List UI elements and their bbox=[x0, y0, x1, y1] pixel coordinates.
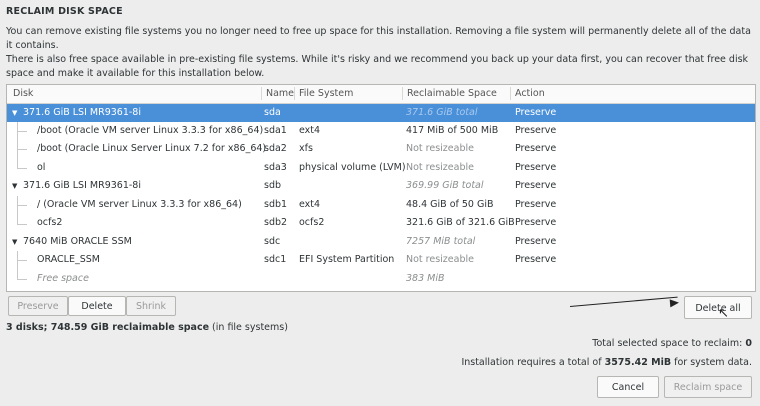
reclaim-cell: 48.4 GiB of 50 GiB bbox=[406, 199, 494, 210]
reclaim-cell: 383 MiB bbox=[406, 273, 445, 284]
expander-down-icon[interactable]: ▼ bbox=[12, 104, 17, 122]
reclaim-cell: 371.6 GiB total bbox=[406, 107, 478, 118]
disk-cell: 371.6 GiB LSI MR9361-8i bbox=[23, 180, 141, 191]
action-cell[interactable]: Preserve bbox=[515, 251, 556, 269]
requirement-suffix: for system data. bbox=[671, 357, 752, 368]
table-row[interactable]: ocfs2 sdb2 ocfs2 321.6 GiB of 321.6 GiB … bbox=[7, 214, 755, 232]
table-row[interactable]: /boot (Oracle VM server Linux 3.3.3 for … bbox=[7, 122, 755, 140]
total-selected-value: 0 bbox=[745, 338, 752, 349]
reclaim-cell: 321.6 GiB of 321.6 GiB bbox=[406, 217, 515, 228]
page-title: RECLAIM DISK SPACE bbox=[6, 6, 123, 17]
fs-cell: ext4 bbox=[299, 125, 321, 136]
reclaim-cell: 369.99 GiB total bbox=[406, 180, 484, 191]
table-row[interactable]: ol sda3 physical volume (LVM) Not resize… bbox=[7, 159, 755, 177]
intro-text-2: There is also free space available in pr… bbox=[6, 54, 749, 79]
disk-cell: ocfs2 bbox=[37, 217, 63, 228]
col-action[interactable]: Action bbox=[510, 87, 545, 100]
name-cell: sda3 bbox=[264, 162, 287, 173]
action-cell[interactable]: Preserve bbox=[515, 214, 556, 232]
name-cell: sdc bbox=[264, 236, 281, 247]
action-cell[interactable]: Preserve bbox=[515, 177, 556, 195]
action-cell[interactable]: Preserve bbox=[515, 196, 556, 214]
fs-cell: EFI System Partition bbox=[299, 254, 395, 265]
disk-cell: 371.6 GiB LSI MR9361-8i bbox=[23, 107, 141, 118]
preserve-button[interactable]: Preserve bbox=[8, 296, 68, 316]
expander-down-icon[interactable]: ▼ bbox=[12, 177, 17, 195]
action-cell[interactable]: Preserve bbox=[515, 122, 556, 140]
install-requirement: Installation requires a total of 3575.42… bbox=[461, 357, 752, 368]
disk-cell: ol bbox=[37, 162, 46, 173]
table-row[interactable]: /boot (Oracle Linux Server Linux 7.2 for… bbox=[7, 140, 755, 158]
table-row-disk-sdc[interactable]: ▼ 7640 MiB ORACLE SSM sdc 7257 MiB total… bbox=[7, 233, 755, 251]
table-row[interactable]: / (Oracle VM server Linux 3.3.3 for x86_… bbox=[7, 196, 755, 214]
name-cell: sdb1 bbox=[264, 199, 288, 210]
table-row[interactable]: ORACLE_SSM sdc1 EFI System Partition Not… bbox=[7, 251, 755, 269]
cancel-button[interactable]: Cancel bbox=[597, 376, 659, 398]
name-cell: sda2 bbox=[264, 143, 287, 154]
name-cell: sdc1 bbox=[264, 254, 287, 265]
total-selected-label: Total selected space to reclaim: bbox=[592, 338, 746, 349]
name-cell: sda bbox=[264, 107, 281, 118]
annotation-arrow-head-icon bbox=[669, 298, 680, 308]
table-row[interactable]: Free space 383 MiB bbox=[7, 270, 755, 288]
col-reclaimable[interactable]: Reclaimable Space bbox=[402, 87, 497, 100]
disk-cell: /boot (Oracle Linux Server Linux 7.2 for… bbox=[37, 143, 267, 154]
col-disk[interactable]: Disk bbox=[13, 88, 33, 99]
requirement-prefix: Installation requires a total of bbox=[461, 357, 605, 368]
disk-table[interactable]: Disk Name File System Reclaimable Space … bbox=[6, 84, 756, 292]
col-name[interactable]: Name bbox=[261, 87, 294, 100]
action-cell[interactable]: Preserve bbox=[515, 140, 556, 158]
delete-button[interactable]: Delete bbox=[68, 296, 126, 316]
expander-down-icon[interactable]: ▼ bbox=[12, 233, 17, 251]
disk-cell: ORACLE_SSM bbox=[37, 254, 100, 265]
name-cell: sda1 bbox=[264, 125, 287, 136]
reclaim-cell: Not resizeable bbox=[406, 162, 474, 173]
summary-count: 3 disks; 748.59 GiB reclaimable space bbox=[6, 322, 210, 333]
disk-cell: 7640 MiB ORACLE SSM bbox=[23, 236, 132, 247]
intro-text-1: You can remove existing file systems you… bbox=[6, 26, 751, 51]
reclaim-cell: Not resizeable bbox=[406, 254, 474, 265]
annotation-arrow-line bbox=[569, 296, 678, 307]
fs-cell: xfs bbox=[299, 143, 313, 154]
name-cell: sdb2 bbox=[264, 217, 288, 228]
fs-cell: ocfs2 bbox=[299, 217, 325, 228]
reclaim-summary: 3 disks; 748.59 GiB reclaimable space (i… bbox=[6, 322, 288, 333]
table-header: Disk Name File System Reclaimable Space … bbox=[7, 85, 755, 104]
disk-cell: /boot (Oracle VM server Linux 3.3.3 for … bbox=[37, 125, 264, 136]
fs-cell: physical volume (LVM) bbox=[299, 162, 406, 173]
reclaim-cell: Not resizeable bbox=[406, 143, 474, 154]
mouse-cursor-icon: ↖ bbox=[718, 306, 729, 321]
col-filesystem[interactable]: File System bbox=[294, 87, 353, 100]
requirement-value: 3575.42 MiB bbox=[604, 357, 672, 368]
disk-cell: / (Oracle VM server Linux 3.3.3 for x86_… bbox=[37, 199, 242, 210]
table-row-disk-sdb[interactable]: ▼ 371.6 GiB LSI MR9361-8i sdb 369.99 GiB… bbox=[7, 177, 755, 195]
action-cell[interactable]: Preserve bbox=[515, 233, 556, 251]
summary-suffix: (in file systems) bbox=[209, 322, 288, 333]
name-cell: sdb bbox=[264, 180, 282, 191]
action-cell[interactable]: Preserve bbox=[515, 104, 556, 122]
reclaim-cell: 7257 MiB total bbox=[406, 236, 476, 247]
reclaim-cell: 417 MiB of 500 MiB bbox=[406, 125, 499, 136]
fs-cell: ext4 bbox=[299, 199, 321, 210]
total-selected: Total selected space to reclaim: 0 bbox=[592, 338, 752, 349]
shrink-button[interactable]: Shrink bbox=[126, 296, 176, 316]
table-row-disk-sda[interactable]: ▼ 371.6 GiB LSI MR9361-8i sda 371.6 GiB … bbox=[7, 104, 755, 122]
action-cell[interactable]: Preserve bbox=[515, 159, 556, 177]
disk-cell: Free space bbox=[37, 273, 89, 284]
reclaim-space-button[interactable]: Reclaim space bbox=[664, 376, 752, 398]
